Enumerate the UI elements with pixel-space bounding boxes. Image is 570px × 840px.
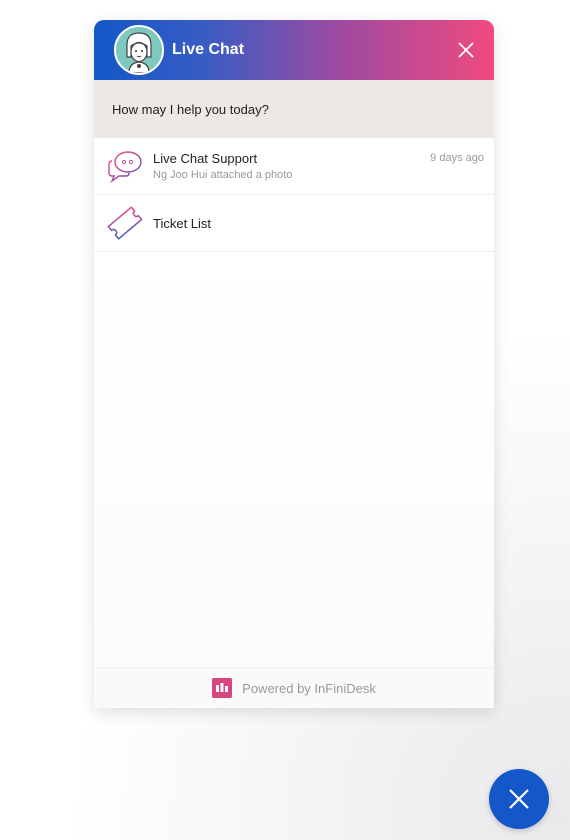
- toggle-chat-button[interactable]: [489, 769, 549, 829]
- item-subtitle: Ng Joo Hui attached a photo: [153, 169, 293, 181]
- powered-by-text: Powered by InFiniDesk: [242, 680, 376, 696]
- list-item-ticket-list[interactable]: Ticket List: [94, 195, 494, 252]
- ticket-icon: [106, 204, 144, 242]
- close-icon: [509, 789, 529, 809]
- item-title: Ticket List: [153, 215, 212, 231]
- chat-title: Live Chat: [172, 41, 245, 58]
- chat-header: Live Chat: [94, 20, 494, 80]
- list-item-live-chat-support[interactable]: Live Chat Support Ng Joo Hui attached a …: [94, 138, 494, 195]
- live-chat-widget: Live Chat How may I help you today? Live…: [94, 20, 494, 708]
- chat-list-empty-area: [94, 252, 494, 667]
- footer: Powered by InFiniDesk: [94, 667, 494, 708]
- close-icon[interactable]: [456, 40, 476, 60]
- item-timestamp: 9 days ago: [430, 152, 484, 164]
- agent-avatar-icon: [114, 25, 164, 75]
- greeting-banner: How may I help you today?: [94, 80, 494, 138]
- chat-bubbles-icon: [106, 147, 144, 185]
- infinidesk-logo-icon: [212, 678, 233, 698]
